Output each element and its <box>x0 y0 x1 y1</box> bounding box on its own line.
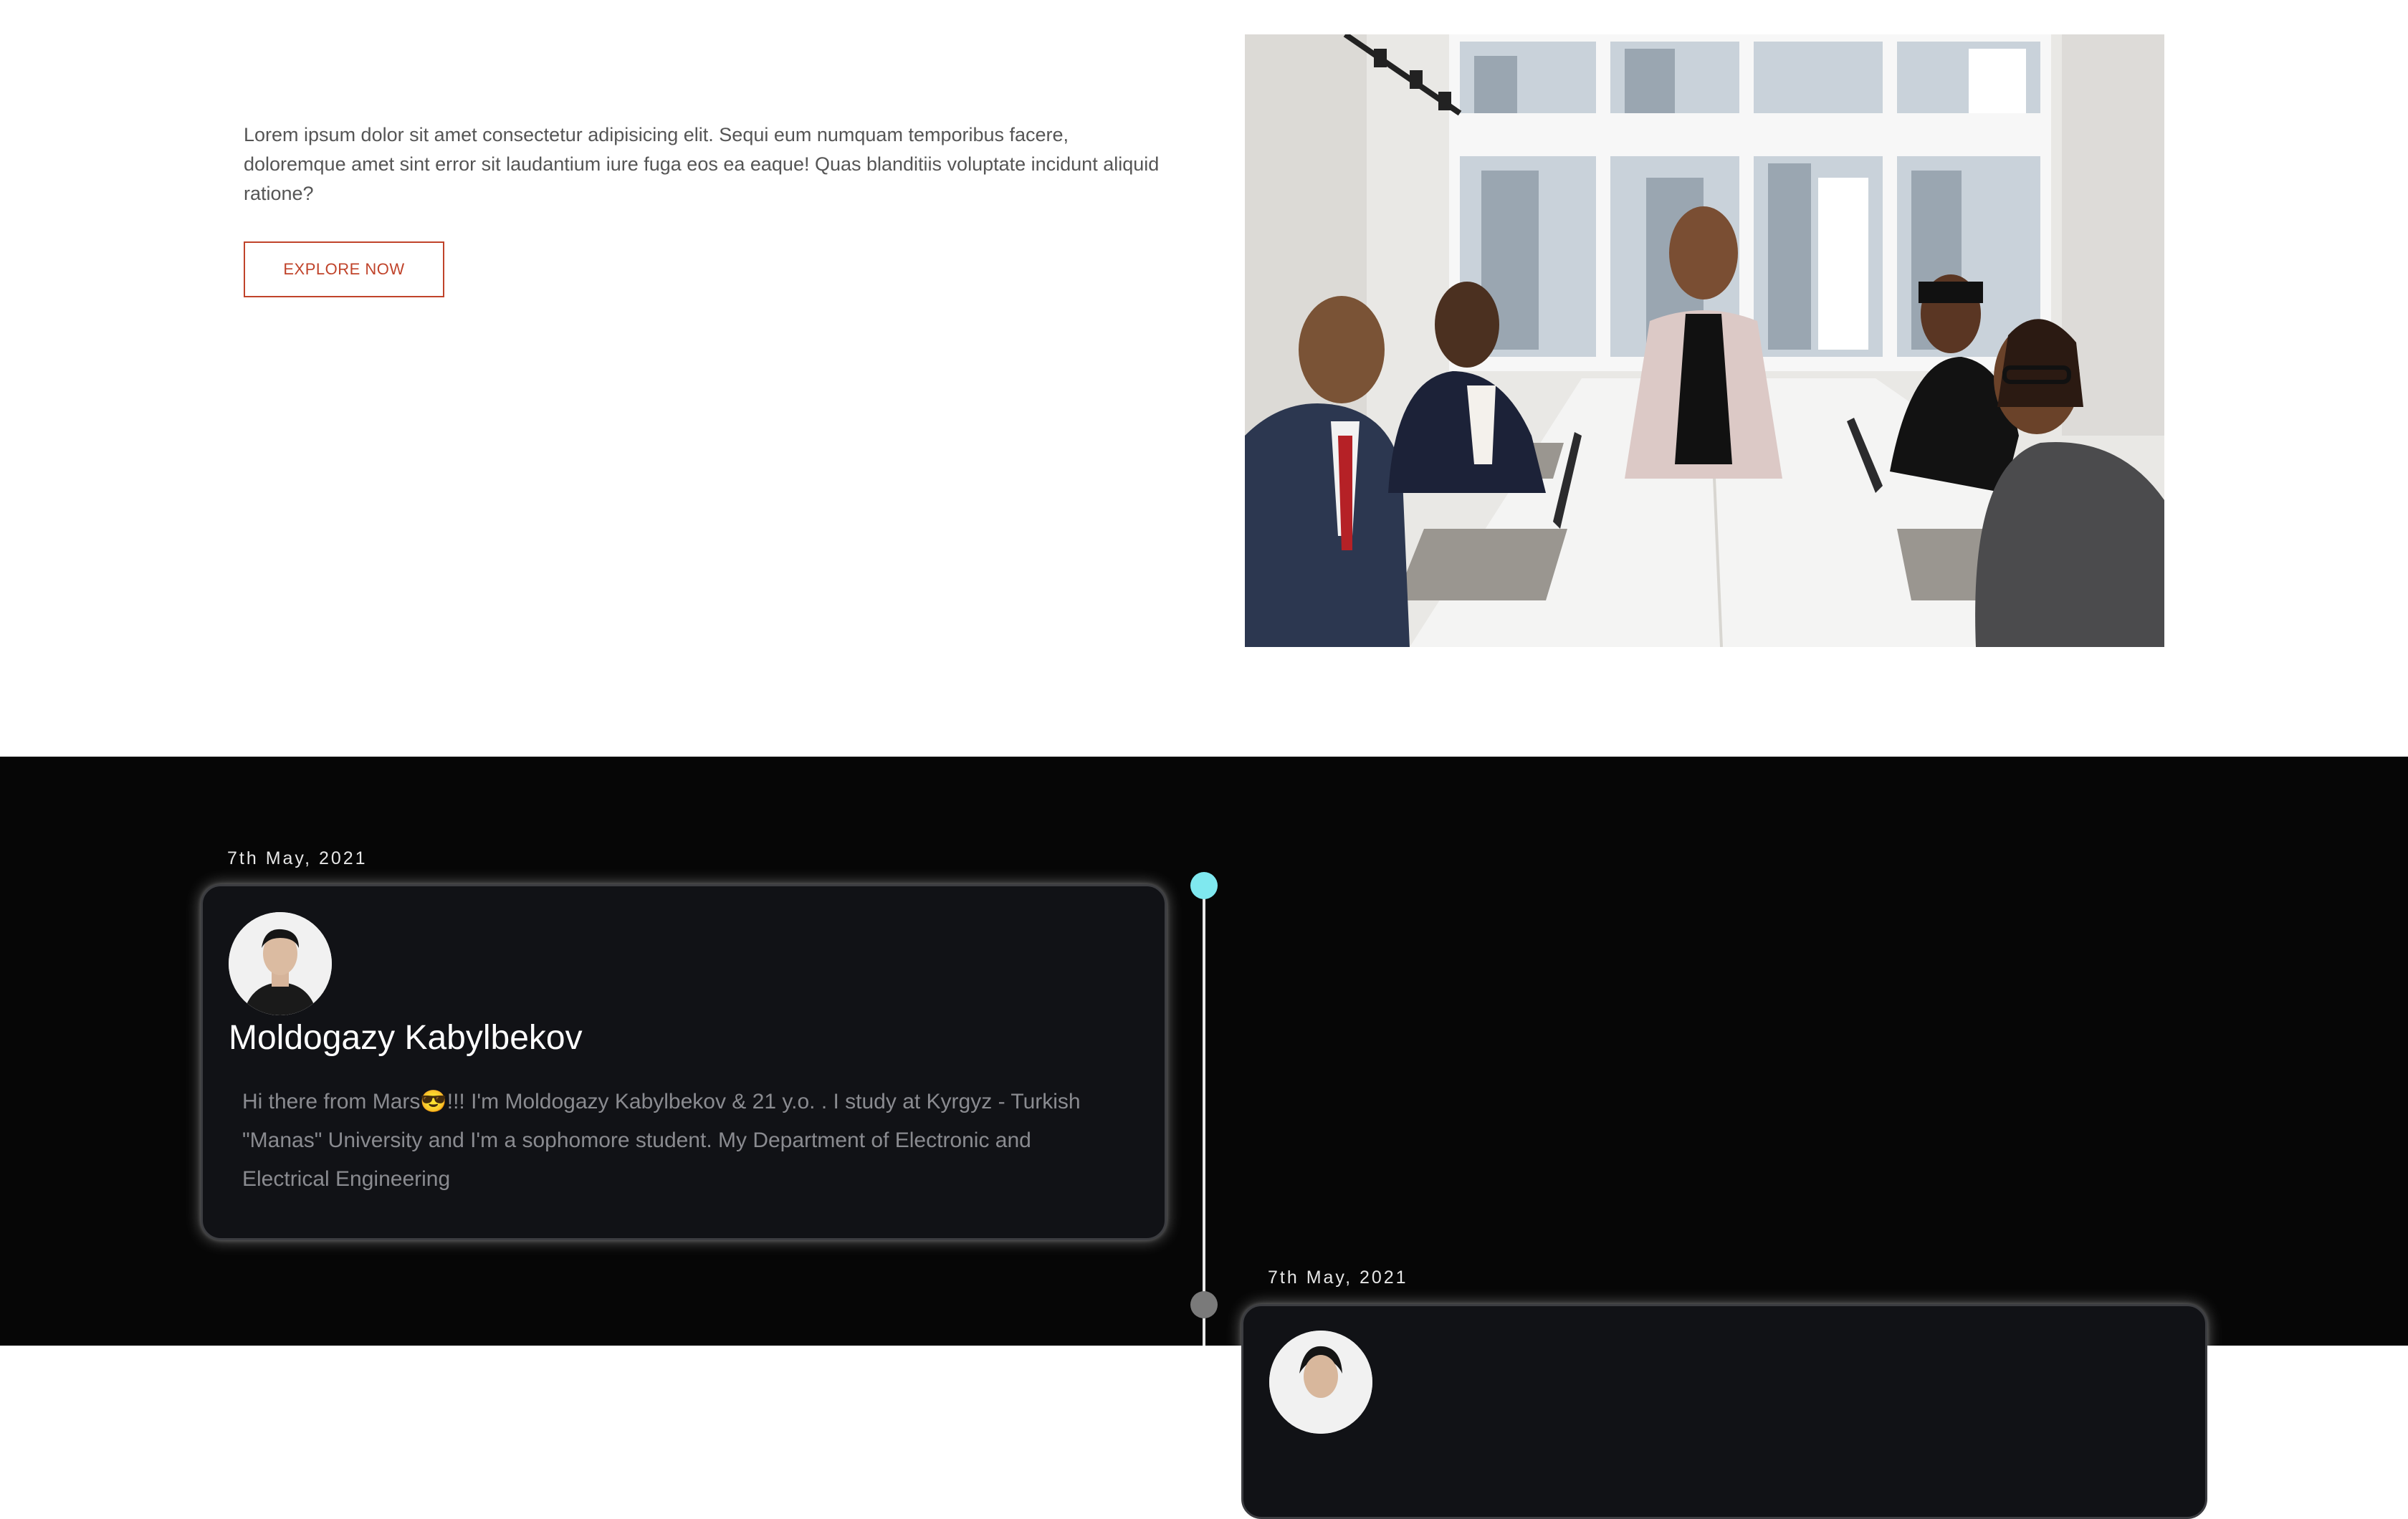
timeline-marker <box>1190 1291 1218 1318</box>
timeline-date: 7th May, 2021 <box>227 848 368 868</box>
profile-name: Moldogazy Kabylbekov <box>229 1019 583 1057</box>
timeline-date: 7th May, 2021 <box>1268 1268 1408 1288</box>
explore-now-button[interactable]: EXPLORE NOW <box>244 241 444 297</box>
team-meeting-photo <box>1245 34 2164 647</box>
timeline-section: 7th May, 2021 Moldogazy Kabylbekov Hi th… <box>0 757 2408 1519</box>
hero-section: Lorem ipsum dolor sit amet consectetur a… <box>0 0 2408 757</box>
profile-card: Moldogazy Kabylbekov Hi there from Mars😎… <box>201 884 1167 1240</box>
hero-description: Lorem ipsum dolor sit amet consectetur a… <box>244 124 1160 204</box>
profile-card <box>1241 1304 2207 1519</box>
profile-bio: Hi there from Mars😎!!! I'm Moldogazy Kab… <box>242 1090 1081 1191</box>
user-avatar <box>229 912 332 1015</box>
user-avatar <box>1269 1331 1372 1434</box>
timeline-marker-active <box>1190 872 1218 899</box>
timeline-axis <box>1203 886 1205 1346</box>
